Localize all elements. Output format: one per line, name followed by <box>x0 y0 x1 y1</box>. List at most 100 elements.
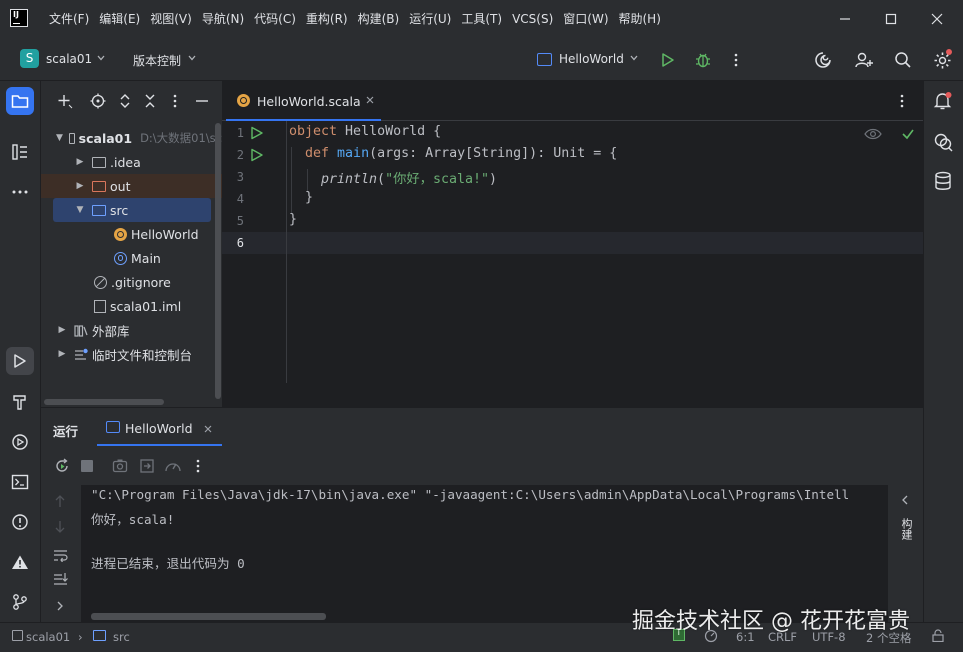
chevron-left-icon[interactable] <box>900 494 910 506</box>
soft-wrap-icon[interactable] <box>53 548 69 562</box>
close-tab-icon[interactable] <box>365 95 375 105</box>
scroll-to-end-icon[interactable] <box>53 572 69 586</box>
chevron-down-icon[interactable]: ▼ <box>56 133 63 143</box>
breadcrumb-folder[interactable]: src <box>113 630 130 644</box>
more-vertical-icon[interactable] <box>170 93 180 109</box>
menu-navigate[interactable]: 导航(N) <box>197 0 249 38</box>
menu-window[interactable]: 窗口(W) <box>558 0 613 38</box>
search-icon[interactable] <box>894 51 912 69</box>
more-vertical-icon[interactable] <box>896 93 908 109</box>
run-config-selector[interactable]: HelloWorld <box>559 52 624 66</box>
tree-row-gitignore[interactable]: .gitignore <box>41 270 222 294</box>
structure-tool-button[interactable] <box>6 138 34 166</box>
caret-line-highlight <box>222 232 923 254</box>
build-hammer-icon[interactable] <box>6 388 34 416</box>
console-line-output: 你好，scala! <box>91 512 175 527</box>
code-line-2: def main(args: Array[String]): Unit = { <box>305 146 617 161</box>
project-name[interactable]: scala01 <box>46 52 92 66</box>
debug-bug-icon[interactable] <box>694 51 712 69</box>
notifications-bell-icon[interactable] <box>933 91 953 111</box>
screenshot-camera-icon[interactable] <box>112 458 128 473</box>
tree-row-helloworld[interactable]: HelloWorld <box>41 222 222 246</box>
project-badge[interactable]: S <box>20 49 39 68</box>
code-text: ) <box>489 172 498 187</box>
expand-all-icon[interactable] <box>118 93 132 109</box>
minimize-button[interactable] <box>822 0 868 38</box>
scroll-up-icon[interactable] <box>54 494 66 508</box>
menu-tools[interactable]: 工具(T) <box>456 0 507 38</box>
menu-build[interactable]: 构建(B) <box>353 0 405 38</box>
chevron-right-icon[interactable] <box>55 600 65 612</box>
chevron-down-icon[interactable] <box>629 53 639 63</box>
stop-icon[interactable] <box>81 460 93 472</box>
tree-row-out[interactable]: ▶ out <box>41 174 222 198</box>
menu-edit[interactable]: 编辑(E) <box>94 0 145 38</box>
settings-gear-icon[interactable] <box>933 49 952 70</box>
more-vertical-icon[interactable] <box>729 52 743 68</box>
tree-row-scratches[interactable]: ▶ 临时文件和控制台 <box>41 342 222 366</box>
profiler-gauge-icon[interactable] <box>164 458 182 474</box>
more-tools-icon[interactable] <box>6 178 34 206</box>
tree-row-iml[interactable]: scala01.iml <box>41 294 222 318</box>
vertical-scrollbar[interactable] <box>215 123 221 399</box>
tree-row-src[interactable]: ▼ src <box>53 198 211 222</box>
inspection-ok-check-icon[interactable] <box>901 127 915 141</box>
menu-refactor[interactable]: 重构(R) <box>301 0 353 38</box>
menu-view[interactable]: 视图(V) <box>145 0 197 38</box>
tree-row-root[interactable]: ▼ scala01 D:\大数据01\sc <box>41 126 222 150</box>
run-button[interactable] <box>660 52 676 68</box>
scroll-down-icon[interactable] <box>54 520 66 534</box>
lock-icon[interactable] <box>932 629 944 642</box>
project-tool-button[interactable] <box>6 87 34 115</box>
menu-code[interactable]: 代码(C) <box>249 0 301 38</box>
hide-panel-icon[interactable] <box>194 93 210 109</box>
tree-label: .idea <box>110 154 141 170</box>
menu-run[interactable]: 运行(U) <box>404 0 456 38</box>
editor-tab-label[interactable]: HelloWorld.scala <box>257 94 361 109</box>
database-icon[interactable] <box>934 171 952 191</box>
export-icon[interactable] <box>139 458 155 474</box>
tree-row-idea[interactable]: ▶ .idea <box>41 150 222 174</box>
reader-mode-eye-icon[interactable] <box>864 127 882 141</box>
tree-row-main[interactable]: Main <box>41 246 222 270</box>
menu-file[interactable]: 文件(F) <box>44 0 94 38</box>
intellij-logo-icon[interactable]: IJ <box>10 9 28 27</box>
menu-help[interactable]: 帮助(H) <box>614 0 666 38</box>
code-with-me-icon[interactable] <box>814 51 832 69</box>
more-vertical-icon[interactable] <box>193 458 203 474</box>
run-tool-button[interactable] <box>6 347 34 375</box>
run-tab-label[interactable]: HelloWorld <box>125 421 193 436</box>
tree-row-external-libs[interactable]: ▶ 外部库 <box>41 318 222 342</box>
menu-vcs[interactable]: VCS(S) <box>507 0 558 38</box>
chevron-right-icon[interactable]: ▶ <box>74 181 86 191</box>
add-user-icon[interactable] <box>854 51 874 69</box>
gutter-run-icon[interactable] <box>250 126 264 140</box>
close-window-button[interactable] <box>914 0 960 38</box>
close-tab-icon[interactable] <box>203 424 213 434</box>
breadcrumb-project[interactable]: scala01 <box>26 630 70 644</box>
chevron-down-icon[interactable] <box>187 53 197 63</box>
chevron-right-icon[interactable]: ▶ <box>56 325 68 335</box>
collapse-all-icon[interactable] <box>143 93 157 109</box>
add-new-icon[interactable] <box>57 93 73 109</box>
line-number: 3 <box>236 170 244 184</box>
locate-file-icon[interactable] <box>90 93 106 109</box>
ai-assistant-icon[interactable] <box>933 132 953 152</box>
horizontal-scrollbar[interactable] <box>44 399 164 405</box>
build-side-tab[interactable]: 构建 <box>898 518 914 540</box>
chevron-down-icon[interactable]: ▼ <box>74 205 86 215</box>
rerun-icon[interactable] <box>54 458 70 474</box>
gutter-run-icon[interactable] <box>250 148 264 162</box>
terminal-icon[interactable] <box>6 468 34 496</box>
console-horizontal-scrollbar[interactable] <box>91 613 326 620</box>
chevron-down-icon[interactable] <box>96 53 106 63</box>
vcs-menu[interactable]: 版本控制 <box>133 52 181 69</box>
project-tool-window: ▼ scala01 D:\大数据01\sc ▶ .idea ▶ out ▼ sr… <box>41 81 222 407</box>
chevron-right-icon[interactable]: ▶ <box>56 349 68 359</box>
problems-icon[interactable] <box>6 508 34 536</box>
maximize-button[interactable] <box>868 0 914 38</box>
services-icon[interactable] <box>6 428 34 456</box>
warning-icon[interactable] <box>6 548 34 576</box>
git-branch-icon[interactable] <box>6 588 34 616</box>
chevron-right-icon[interactable]: ▶ <box>74 157 86 167</box>
